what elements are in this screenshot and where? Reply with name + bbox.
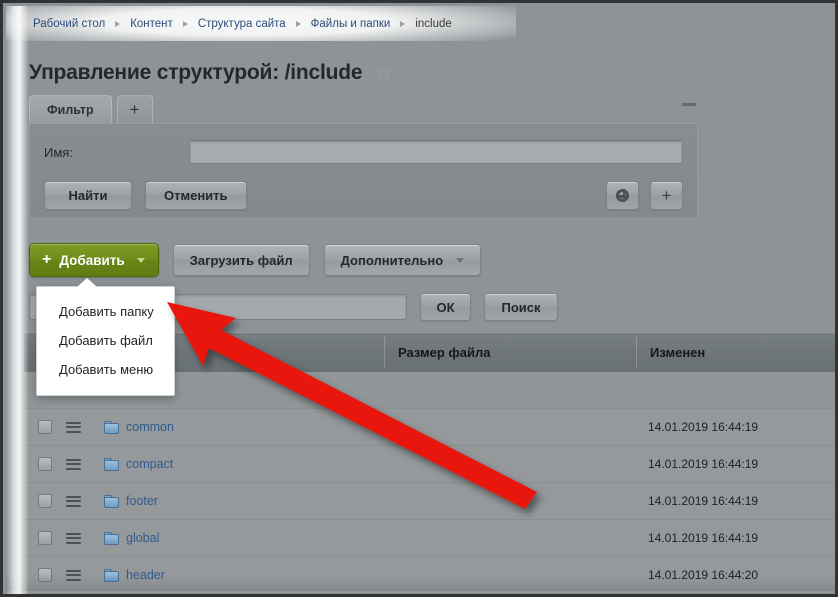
row-select-cell xyxy=(24,457,60,471)
application-window: Рабочий стол Контент Структура сайта Фай… xyxy=(0,0,838,597)
breadcrumb-item-content[interactable]: Контент xyxy=(129,18,174,30)
row-actions-cell xyxy=(60,493,96,509)
row-modified-cell: 14.01.2019 16:44:19 xyxy=(648,531,759,545)
filter-body: Имя: Найти Отменить + xyxy=(29,123,698,219)
row-modified-cell: 14.01.2019 16:44:20 xyxy=(648,568,759,582)
menu-item-add-folder[interactable]: Добавить папку xyxy=(37,297,174,326)
row-modified-cell: 14.01.2019 16:44:19 xyxy=(648,457,759,471)
row-checkbox[interactable] xyxy=(38,420,52,434)
search-button[interactable]: Поиск xyxy=(484,293,558,321)
row-checkbox[interactable] xyxy=(38,531,52,545)
filter-extra-actions: + xyxy=(606,180,683,210)
table-row[interactable]: compact 14.01.2019 16:44:19 xyxy=(24,446,835,483)
file-name-link[interactable]: header xyxy=(126,568,165,582)
row-select-cell xyxy=(24,568,60,582)
row-actions-cell xyxy=(60,419,96,435)
upload-file-label: Загрузить файл xyxy=(189,252,293,268)
filter-actions-row: Найти Отменить + xyxy=(44,180,683,210)
table-row[interactable]: common 14.01.2019 16:44:19 xyxy=(24,409,835,446)
row-checkbox[interactable] xyxy=(38,494,52,508)
row-name-cell: common xyxy=(96,420,384,434)
row-actions-cell xyxy=(60,567,96,583)
table-row[interactable]: footer 14.01.2019 16:44:19 xyxy=(24,483,835,520)
chevron-down-icon xyxy=(136,257,145,263)
chevron-right-icon xyxy=(400,20,406,27)
breadcrumb-bar: Рабочий стол Контент Структура сайта Фай… xyxy=(6,6,835,41)
chevron-right-icon xyxy=(115,20,121,27)
row-name-cell: header xyxy=(96,568,384,582)
chevron-right-icon xyxy=(295,20,301,27)
hamburger-menu-icon[interactable] xyxy=(66,419,81,435)
plus-icon: + xyxy=(42,251,52,268)
page-title: Управление структурой: /include xyxy=(29,61,363,85)
row-actions-cell xyxy=(60,456,96,472)
breadcrumb-item-include: include xyxy=(415,17,452,30)
filter-panel: Фильтр + Имя: Найти Отменить + xyxy=(29,91,698,219)
hamburger-menu-icon[interactable] xyxy=(66,530,81,546)
content-toolbar: + Добавить Загрузить файл Дополнительно xyxy=(29,243,482,277)
folder-icon xyxy=(104,494,119,508)
plus-icon: + xyxy=(661,185,672,205)
filter-add-button[interactable]: + xyxy=(650,180,683,210)
row-name-cell: compact xyxy=(96,457,384,471)
filter-name-input[interactable] xyxy=(189,140,683,164)
row-modified-cell: 14.01.2019 16:44:19 xyxy=(648,420,759,434)
table-row[interactable]: global 14.01.2019 16:44:19 xyxy=(24,520,835,557)
upload-file-button[interactable]: Загрузить файл xyxy=(172,244,310,276)
tab-filter[interactable]: Фильтр xyxy=(29,95,112,123)
table-row[interactable]: header 14.01.2019 16:44:20 xyxy=(24,557,835,594)
folder-icon xyxy=(104,420,119,434)
find-button[interactable]: Найти xyxy=(44,180,132,210)
page-header: Управление структурой: /include ☆ xyxy=(29,47,392,99)
hamburger-menu-icon[interactable] xyxy=(66,493,81,509)
folder-icon xyxy=(104,457,119,471)
row-actions-cell xyxy=(60,530,96,546)
menu-item-add-menu[interactable]: Добавить меню xyxy=(37,355,174,384)
add-button-label: Добавить xyxy=(59,252,125,268)
breadcrumb-item-site-structure[interactable]: Структура сайта xyxy=(197,18,287,30)
row-modified-cell: 14.01.2019 16:44:19 xyxy=(648,494,759,508)
file-name-link[interactable]: footer xyxy=(126,494,158,508)
row-select-cell xyxy=(24,531,60,545)
collapse-panel-button[interactable] xyxy=(682,103,696,106)
more-actions-label: Дополнительно xyxy=(340,252,444,268)
ok-button[interactable]: ОК xyxy=(420,293,471,321)
breadcrumb-item-desktop[interactable]: Рабочий стол xyxy=(32,18,106,30)
breadcrumb: Рабочий стол Контент Структура сайта Фай… xyxy=(32,6,453,41)
favorite-star-icon[interactable]: ☆ xyxy=(375,64,392,83)
filter-settings-button[interactable] xyxy=(606,180,639,210)
more-actions-button[interactable]: Дополнительно xyxy=(323,244,482,276)
folder-icon xyxy=(104,531,119,545)
folder-icon xyxy=(104,568,119,582)
menu-item-add-file[interactable]: Добавить файл xyxy=(37,326,174,355)
row-select-cell xyxy=(24,420,60,434)
row-name-cell: global xyxy=(96,531,384,545)
gear-icon xyxy=(616,188,629,202)
cancel-filter-button[interactable]: Отменить xyxy=(145,180,247,210)
file-name-link[interactable]: common xyxy=(126,420,174,434)
row-name-cell: footer xyxy=(96,494,384,508)
row-select-cell xyxy=(24,494,60,508)
add-dropdown-menu: Добавить папку Добавить файл Добавить ме… xyxy=(36,278,175,396)
file-name-link[interactable]: global xyxy=(126,531,159,545)
tab-add-filter[interactable]: + xyxy=(116,95,153,123)
add-button[interactable]: + Добавить xyxy=(29,243,159,277)
file-name-link[interactable]: compact xyxy=(126,457,173,471)
column-header-modified[interactable]: Изменен xyxy=(636,333,835,372)
chevron-right-icon xyxy=(182,20,188,27)
filter-name-label: Имя: xyxy=(44,144,73,160)
chevron-down-icon xyxy=(456,257,465,263)
row-checkbox[interactable] xyxy=(38,457,52,471)
breadcrumb-item-files-and-folders[interactable]: Файлы и папки xyxy=(310,18,392,30)
hamburger-menu-icon[interactable] xyxy=(66,567,81,583)
row-checkbox[interactable] xyxy=(38,568,52,582)
column-header-file-size[interactable]: Размер файла xyxy=(384,333,636,372)
hamburger-menu-icon[interactable] xyxy=(66,456,81,472)
filter-name-row: Имя: xyxy=(44,138,683,166)
